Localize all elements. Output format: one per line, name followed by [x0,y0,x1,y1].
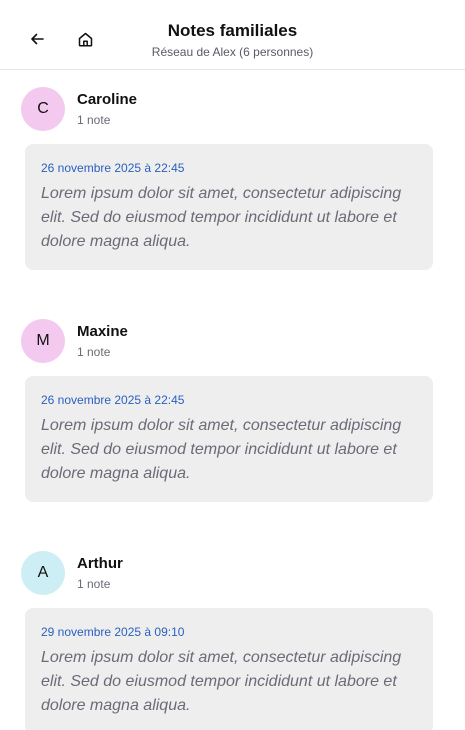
note-text: Lorem ipsum dolor sit amet, consectetur … [41,185,402,250]
avatar-initial: A [37,564,49,581]
note-date: 26 novembre 2025 à 22:45 [41,393,185,407]
person-info: Caroline 1 note [77,91,137,127]
note-text: Lorem ipsum dolor sit amet, consectetur … [41,417,402,482]
page-title: Notes familiales [167,21,298,40]
person-section-arthur: A Arthur 1 note 29 novembre 2025 à 09:10… [0,534,465,730]
note-count: 1 note [77,577,111,591]
app-header: Notes familiales Réseau de Alex (6 perso… [0,0,465,70]
note-date: 29 novembre 2025 à 09:10 [41,625,185,639]
person-section-maxine: M Maxine 1 note 26 novembre 2025 à 22:45… [0,302,465,502]
person-name: Maxine [77,323,128,340]
avatar: A [21,551,65,595]
person-section-caroline: C Caroline 1 note 26 novembre 2025 à 22:… [0,70,465,270]
person-header[interactable]: M Maxine 1 note [0,318,465,364]
notes-list: C Caroline 1 note 26 novembre 2025 à 22:… [0,70,465,730]
avatar: M [21,319,65,363]
note-date: 26 novembre 2025 à 22:45 [41,161,185,175]
avatar: C [21,87,65,131]
page-subtitle: Réseau de Alex (6 personnes) [151,45,314,59]
avatar-initial: M [36,332,50,349]
note-card[interactable]: 26 novembre 2025 à 22:45 Lorem ipsum dol… [25,376,433,502]
note-card[interactable]: 26 novembre 2025 à 22:45 Lorem ipsum dol… [25,144,433,270]
avatar-initial: C [37,100,49,117]
note-count: 1 note [77,345,111,359]
person-header[interactable]: A Arthur 1 note [0,550,465,596]
person-header[interactable]: C Caroline 1 note [0,86,465,132]
note-count: 1 note [77,113,111,127]
person-name: Caroline [77,91,138,108]
person-name: Arthur [77,555,123,572]
note-card[interactable]: 29 novembre 2025 à 09:10 Lorem ipsum dol… [25,608,433,730]
note-text: Lorem ipsum dolor sit amet, consectetur … [41,649,402,714]
title-block: Notes familiales Réseau de Alex (6 perso… [0,20,465,59]
person-info: Maxine 1 note [77,323,128,359]
person-info: Arthur 1 note [77,555,123,591]
